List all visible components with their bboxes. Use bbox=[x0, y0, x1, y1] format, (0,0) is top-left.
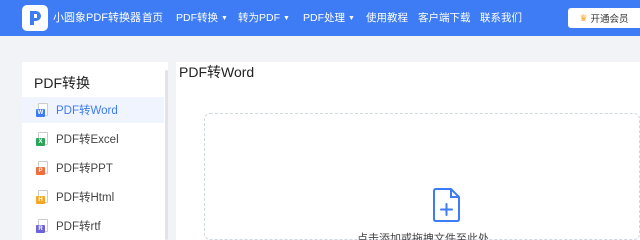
nav-tutorial[interactable]: 使用教程 bbox=[366, 0, 408, 36]
nav-to-pdf[interactable]: 转为PDF ▼ bbox=[238, 0, 290, 36]
sidebar-item-label: PDF转rtf bbox=[56, 221, 101, 233]
nav-label: 联系我们 bbox=[480, 12, 522, 24]
sidebar: PDF转换 W PDF转Word X PDF转Excel P PDF转PPT H… bbox=[22, 62, 168, 240]
nav-label: 转为PDF bbox=[238, 12, 280, 24]
brand-name[interactable]: 小圆象PDF转换器 bbox=[53, 0, 141, 36]
nav-pdf-convert[interactable]: PDF转换 ▼ bbox=[176, 0, 228, 36]
nav-label: 客户端下载 bbox=[418, 12, 471, 24]
nav-home[interactable]: 首页 bbox=[142, 0, 163, 36]
word-file-icon: W bbox=[36, 103, 50, 117]
nav-label: PDF转换 bbox=[176, 12, 218, 24]
nav-label: 使用教程 bbox=[366, 12, 408, 24]
nav-client-download[interactable]: 客户端下载 bbox=[418, 0, 471, 36]
drop-zone-text: 点击添加或拖拽文件至此处 bbox=[357, 233, 489, 240]
crown-icon: ♛ bbox=[579, 12, 588, 23]
nav-label: PDF处理 bbox=[303, 12, 345, 24]
main-content: PDF转Word 点击添加或拖拽文件至此处 bbox=[176, 62, 640, 240]
nav-label: 首页 bbox=[142, 12, 163, 24]
nav-contact[interactable]: 联系我们 bbox=[480, 0, 522, 36]
excel-file-icon: X bbox=[36, 132, 50, 146]
sidebar-item-pdf-to-word[interactable]: W PDF转Word bbox=[22, 97, 164, 123]
file-drop-zone[interactable]: 点击添加或拖拽文件至此处 bbox=[204, 113, 640, 240]
chevron-down-icon: ▼ bbox=[283, 14, 290, 22]
page-title: PDF转Word bbox=[179, 64, 255, 80]
html-file-icon: H bbox=[36, 190, 50, 204]
top-nav-bar: 小圆象PDF转换器 首页 PDF转换 ▼ 转为PDF ▼ PDF处理 ▼ 使用教程 客… bbox=[0, 0, 640, 36]
app-logo-icon[interactable] bbox=[22, 5, 48, 31]
sidebar-item-pdf-to-html[interactable]: H PDF转Html bbox=[22, 184, 164, 210]
sidebar-item-pdf-to-ppt[interactable]: P PDF转PPT bbox=[22, 155, 164, 181]
sidebar-item-pdf-to-excel[interactable]: X PDF转Excel bbox=[22, 126, 164, 152]
vip-label: 开通会员 bbox=[590, 14, 629, 25]
chevron-down-icon: ▼ bbox=[221, 14, 228, 22]
sidebar-title: PDF转换 bbox=[34, 75, 90, 91]
chevron-down-icon: ▼ bbox=[348, 14, 355, 22]
add-file-icon bbox=[433, 188, 460, 222]
rtf-file-icon: R bbox=[36, 219, 50, 233]
sidebar-item-pdf-to-rtf[interactable]: R PDF转rtf bbox=[22, 213, 164, 239]
nav-pdf-process[interactable]: PDF处理 ▼ bbox=[303, 0, 355, 36]
sidebar-scrollbar[interactable] bbox=[165, 70, 168, 240]
vip-button[interactable]: ♛ 开通会员 bbox=[568, 8, 640, 28]
sidebar-item-label: PDF转Word bbox=[56, 105, 118, 117]
sidebar-item-label: PDF转Excel bbox=[56, 134, 119, 146]
sidebar-item-label: PDF转PPT bbox=[56, 163, 113, 175]
sidebar-item-label: PDF转Html bbox=[56, 192, 115, 204]
ppt-file-icon: P bbox=[36, 161, 50, 175]
